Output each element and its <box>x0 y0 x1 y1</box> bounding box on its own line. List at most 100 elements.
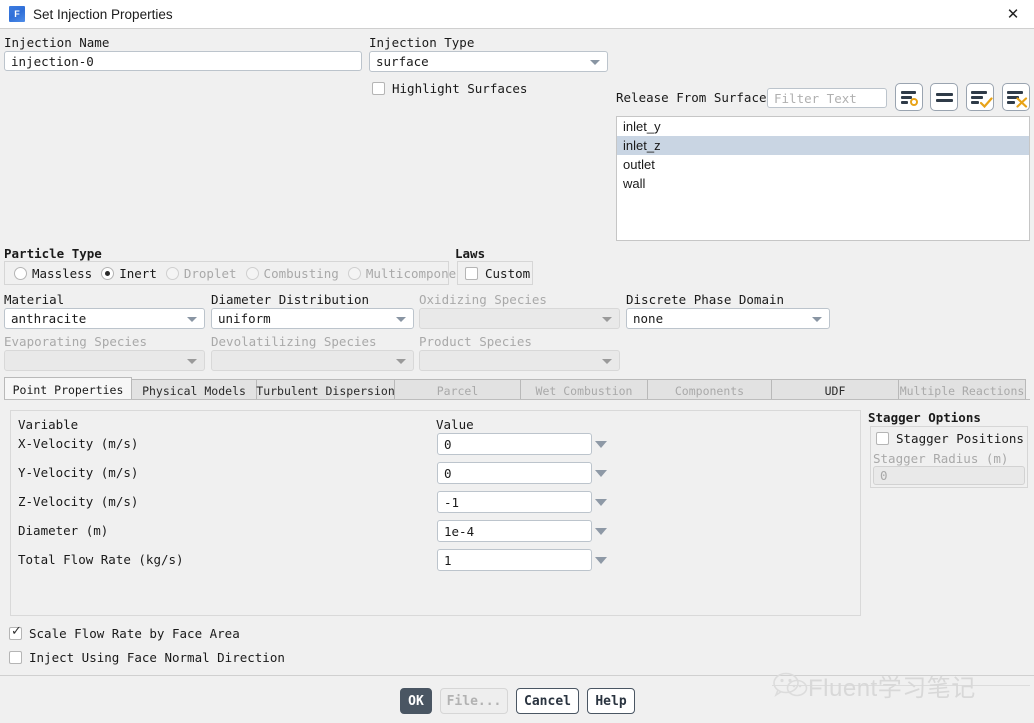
variable-column-header: Variable <box>18 417 79 432</box>
injection-type-label: Injection Type <box>369 35 475 50</box>
chevron-down-icon[interactable] <box>595 528 607 535</box>
diameter-distribution-label: Diameter Distribution <box>211 292 370 307</box>
list-item[interactable]: outlet <box>617 155 1029 174</box>
list-lines-icon[interactable] <box>930 83 958 111</box>
value-input-diameter[interactable]: 1e-4 <box>437 520 592 542</box>
chevron-down-icon[interactable] <box>595 557 607 564</box>
stagger-radius-label: Stagger Radius (m) <box>873 451 1009 466</box>
injection-type-combobox[interactable]: surface <box>369 51 608 72</box>
material-value: anthracite <box>11 311 87 326</box>
highlight-surfaces-checkbox[interactable]: Highlight Surfaces <box>372 81 527 96</box>
tab-udf[interactable]: UDF <box>771 379 899 401</box>
value-input-x-velocity[interactable]: 0 <box>437 433 592 455</box>
window-title: Set Injection Properties <box>33 6 173 22</box>
material-combobox[interactable]: anthracite <box>4 308 205 329</box>
variable-name: X-Velocity (m/s) <box>18 436 139 451</box>
filter-list-icon[interactable] <box>895 83 923 111</box>
chevron-down-icon <box>396 316 406 322</box>
radio-multicomponent: Multicomponent <box>347 265 472 281</box>
inject-face-normal-checkbox[interactable]: Inject Using Face Normal Direction <box>9 650 285 665</box>
help-button[interactable]: Help <box>587 688 635 714</box>
select-all-icon[interactable] <box>966 83 994 111</box>
radio-label: Combusting <box>263 265 339 281</box>
value-input-y-velocity[interactable]: 0 <box>437 462 592 484</box>
value-input-total-flow-rate[interactable]: 1 <box>437 549 592 571</box>
chevron-down-icon[interactable] <box>595 441 607 448</box>
product-species-combobox <box>419 350 620 371</box>
chevron-down-icon <box>187 316 197 322</box>
custom-law-checkbox[interactable] <box>465 266 478 280</box>
release-from-surfaces-label: Release From Surfaces <box>616 90 775 105</box>
tab-label: UDF <box>824 383 846 398</box>
tab-multiple-reactions: Multiple Reactions <box>898 379 1026 401</box>
stagger-positions-checkbox[interactable]: Stagger Positions <box>876 431 1024 446</box>
title-bar: F Set Injection Properties ✕ <box>0 0 1034 29</box>
radio-label: Droplet <box>183 265 237 281</box>
scale-flow-rate-checkbox[interactable]: Scale Flow Rate by Face Area <box>9 624 240 641</box>
radio-button <box>165 266 179 280</box>
list-item[interactable]: wall <box>617 174 1029 193</box>
tab-wet-combustion: Wet Combustion <box>520 379 648 401</box>
wechat-icon <box>773 672 808 698</box>
radio-button <box>347 266 361 280</box>
checkbox-box <box>876 432 889 445</box>
diameter-distribution-combobox[interactable]: uniform <box>211 308 414 329</box>
chevron-down-icon <box>812 316 822 322</box>
discrete-phase-domain-label: Discrete Phase Domain <box>626 292 785 307</box>
chevron-down-icon[interactable] <box>595 470 607 477</box>
list-item[interactable]: inlet_y <box>617 117 1029 136</box>
tab-components: Components <box>647 379 772 401</box>
custom-law-label: Custom <box>485 265 531 281</box>
value-input-z-velocity[interactable]: -1 <box>437 491 592 513</box>
radio-label: Inert <box>119 265 157 281</box>
radio-button <box>101 266 115 280</box>
list-item[interactable]: inlet_z <box>617 136 1029 155</box>
product-species-label: Product Species <box>419 334 532 349</box>
checkbox-box <box>9 651 22 664</box>
tab-turbulent-dispersion[interactable]: Turbulent Dispersion <box>256 379 395 401</box>
fluent-app-icon: F <box>9 6 25 22</box>
laws-group: Custom <box>457 261 533 285</box>
discrete-phase-domain-combobox[interactable]: none <box>626 308 830 329</box>
variable-name: Diameter (m) <box>18 523 109 538</box>
chevron-down-icon[interactable] <box>595 499 607 506</box>
chevron-down-icon <box>396 358 406 364</box>
stagger-options-title: Stagger Options <box>868 410 981 425</box>
chevron-down-icon <box>187 358 197 364</box>
diameter-distribution-value: uniform <box>218 311 271 326</box>
tab-bar: Point Properties Physical Models Turbule… <box>4 377 1026 401</box>
inject-face-normal-label: Inject Using Face Normal Direction <box>29 650 285 665</box>
injection-name-input[interactable]: injection-0 <box>4 51 362 71</box>
radio-button <box>245 266 259 280</box>
tab-point-properties[interactable]: Point Properties <box>4 377 132 401</box>
tab-label: Multiple Reactions <box>899 383 1025 398</box>
stagger-radius-input: 0 <box>873 466 1025 485</box>
devolatilizing-species-combobox <box>211 350 414 371</box>
particle-type-group: Massless Inert Droplet Combusting Multic… <box>4 261 471 285</box>
close-icon[interactable]: ✕ <box>992 0 1034 28</box>
radio-label: Multicomponent <box>365 265 472 281</box>
radio-inert[interactable]: Inert <box>101 266 157 281</box>
devolatilizing-species-label: Devolatilizing Species <box>211 334 377 349</box>
deselect-all-icon[interactable] <box>1002 83 1030 111</box>
variable-name: Z-Velocity (m/s) <box>18 494 139 509</box>
tab-physical-models[interactable]: Physical Models <box>131 379 257 401</box>
radio-button <box>14 266 27 280</box>
checkbox-box <box>372 82 385 95</box>
surfaces-filter-input[interactable]: Filter Text <box>767 88 887 108</box>
tab-label: Turbulent Dispersion <box>256 383 395 398</box>
tab-label: Parcel <box>436 383 479 398</box>
cancel-button[interactable]: Cancel <box>516 688 579 714</box>
oxidizing-species-combobox <box>419 308 620 329</box>
file-button: File... <box>440 688 508 714</box>
stagger-positions-label: Stagger Positions <box>896 431 1024 446</box>
ok-button[interactable]: OK <box>400 688 432 714</box>
variable-name: Total Flow Rate (kg/s) <box>18 552 184 567</box>
radio-droplet: Droplet <box>165 265 237 281</box>
release-surfaces-list[interactable]: inlet_y inlet_z outlet wall <box>616 116 1030 241</box>
laws-label: Laws <box>455 246 486 261</box>
radio-massless[interactable]: Massless <box>14 266 92 281</box>
oxidizing-species-label: Oxidizing Species <box>419 292 547 307</box>
tab-parcel: Parcel <box>394 379 521 401</box>
watermark-text: Fluent学习笔记 <box>808 674 976 702</box>
